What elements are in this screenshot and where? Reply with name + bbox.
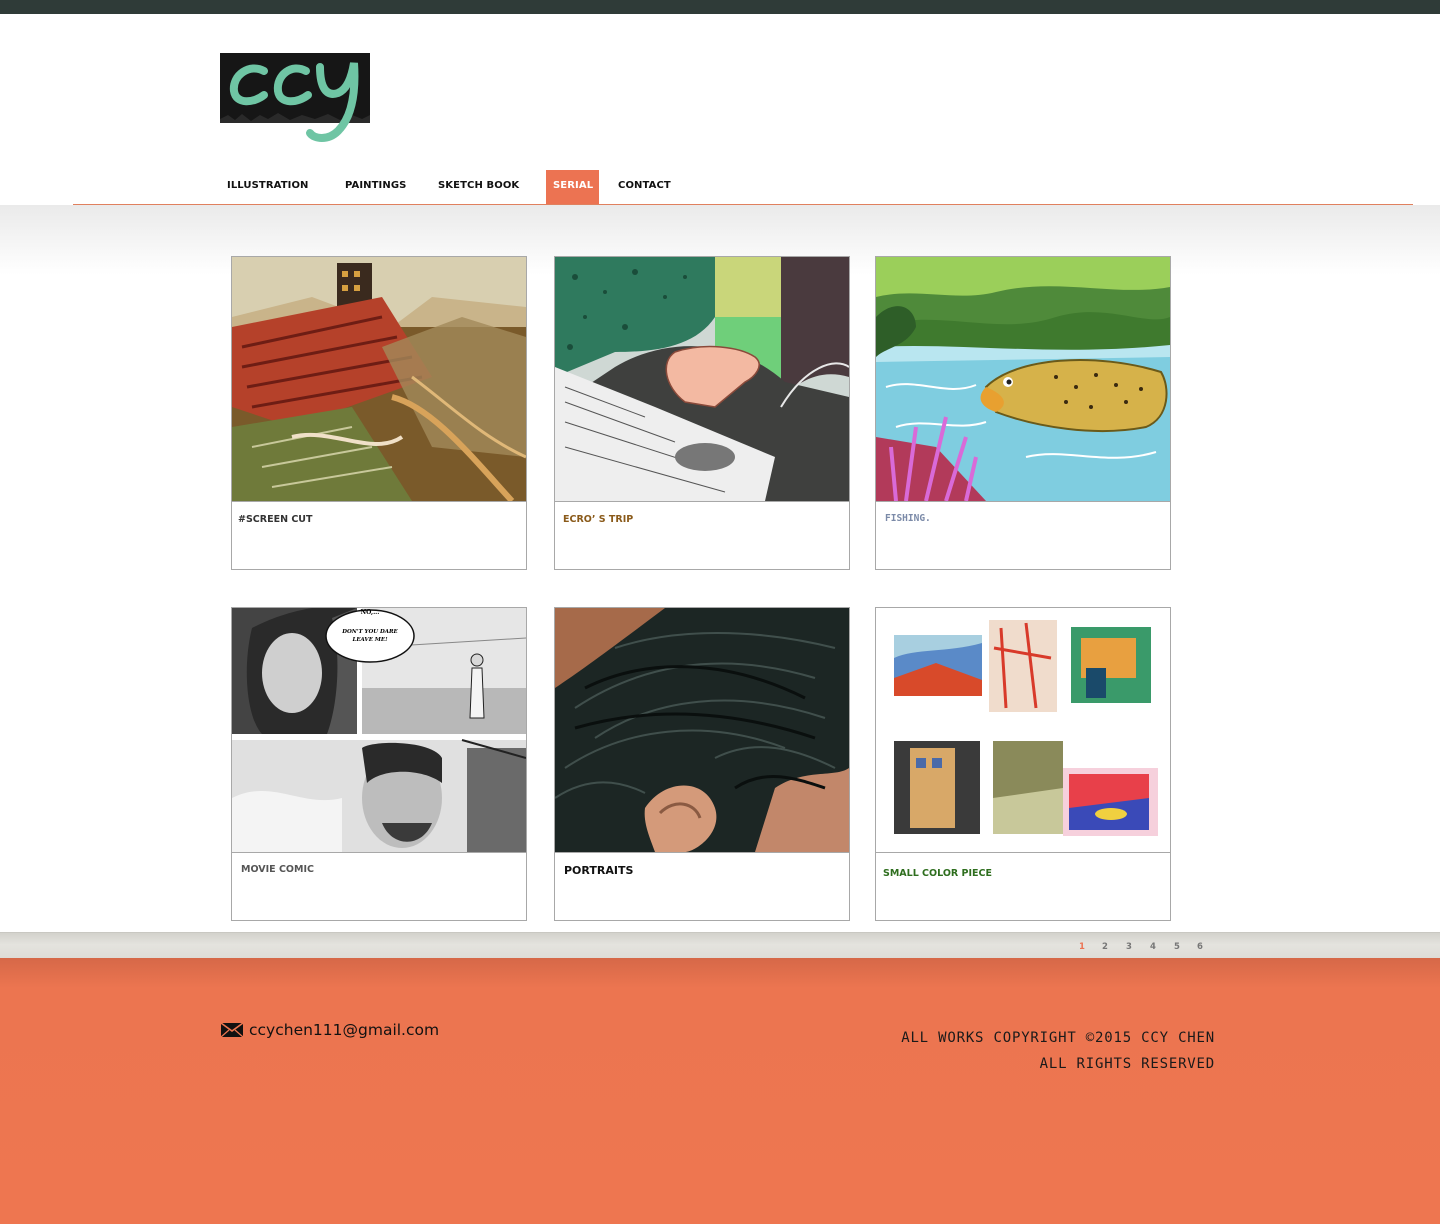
- logo-lettering: [220, 62, 370, 142]
- page-link-4[interactable]: 4: [1150, 942, 1156, 952]
- gallery-card-ecros-trip[interactable]: ECRO’ S TRIP: [554, 256, 850, 570]
- card-title[interactable]: FISHING.: [885, 513, 931, 524]
- email-address[interactable]: ccychen111@gmail.com: [249, 1021, 439, 1039]
- nav-paintings[interactable]: PAINTINGS: [338, 170, 413, 204]
- page-link-3[interactable]: 3: [1126, 942, 1132, 952]
- page-link-6[interactable]: 6: [1197, 942, 1203, 952]
- nav-serial[interactable]: SERIAL: [546, 170, 600, 205]
- comic-bubble-line3: LEAVE ME!: [352, 637, 389, 643]
- card-title[interactable]: ECRO’ S TRIP: [563, 514, 633, 525]
- gallery-card-portraits[interactable]: PORTRAITS: [554, 607, 850, 921]
- card-thumbnail[interactable]: [555, 257, 849, 502]
- copyright-line-2: ALL RIGHTS RESERVED: [1039, 1056, 1215, 1072]
- copyright-line-1: ALL WORKS COPYRIGHT ©2015 CCY CHEN: [901, 1030, 1215, 1046]
- gallery-card-screen-cut[interactable]: #SCREEN CUT: [231, 256, 527, 570]
- nav-contact[interactable]: CONTACT: [611, 170, 678, 204]
- gallery-card-small-color-piece[interactable]: SMALL COLOR PIECE: [875, 607, 1171, 921]
- comic-bubble-line1: NO,...: [361, 609, 380, 616]
- comic-bubble-line2: DON'T YOU DARE: [341, 629, 398, 635]
- page-link-1[interactable]: 1: [1079, 942, 1085, 952]
- card-thumbnail[interactable]: [876, 257, 1170, 502]
- site-logo[interactable]: [220, 53, 370, 145]
- card-thumbnail[interactable]: [555, 608, 849, 853]
- card-title[interactable]: MOVIE COMIC: [241, 864, 314, 875]
- page-link-5[interactable]: 5: [1174, 942, 1180, 952]
- nav-sketch-book[interactable]: SKETCH BOOK: [431, 170, 526, 204]
- pagination-strip: [0, 932, 1440, 959]
- gallery-card-fishing[interactable]: FISHING.: [875, 256, 1171, 570]
- main-nav: ILLUSTRATION PAINTINGS SKETCH BOOK SERIA…: [0, 170, 1440, 206]
- footer: [0, 958, 1440, 1224]
- card-thumbnail[interactable]: [232, 257, 526, 502]
- nav-illustration[interactable]: ILLUSTRATION: [220, 170, 316, 204]
- top-bar: [0, 0, 1440, 14]
- page-link-2[interactable]: 2: [1102, 942, 1108, 952]
- card-thumbnail[interactable]: NO,... DON'T YOU DARE LEAVE ME!: [232, 608, 526, 853]
- gallery-card-movie-comic[interactable]: NO,... DON'T YOU DARE LEAVE ME! MOVIE CO…: [231, 607, 527, 921]
- envelope-icon: [220, 1022, 244, 1038]
- card-title[interactable]: PORTRAITS: [564, 864, 633, 877]
- card-thumbnail[interactable]: [876, 608, 1170, 853]
- card-title[interactable]: SMALL COLOR PIECE: [883, 868, 992, 879]
- card-title[interactable]: #SCREEN CUT: [238, 514, 313, 525]
